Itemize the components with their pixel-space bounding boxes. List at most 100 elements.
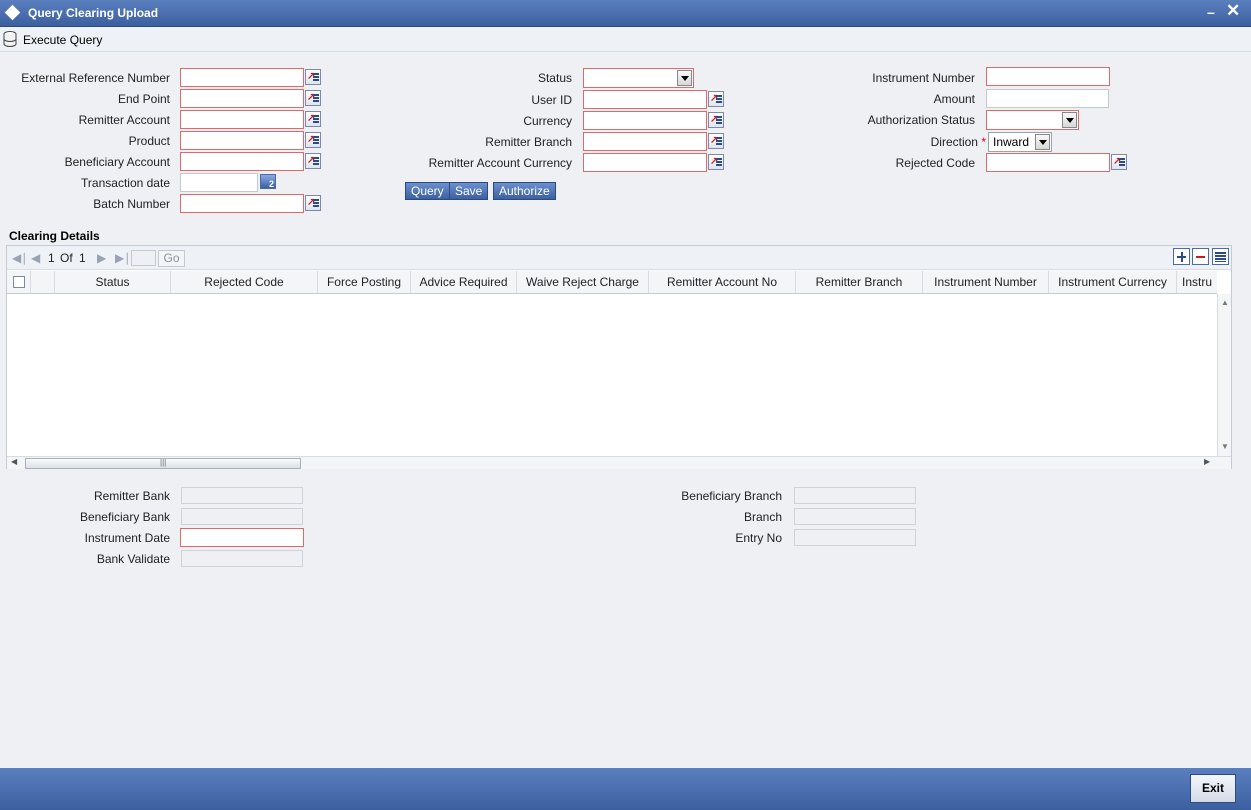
rejected-code-input[interactable]	[986, 153, 1110, 172]
scroll-grip-icon: |||	[160, 458, 167, 467]
calendar-icon[interactable]	[260, 174, 276, 189]
exit-button[interactable]: Exit	[1190, 774, 1236, 803]
external-reference-number-label: External Reference Number	[21, 71, 170, 85]
currency-label: Currency	[523, 114, 572, 128]
remitter-account-currency-label: Remitter Account Currency	[428, 156, 572, 170]
batch-number-lov-icon[interactable]: ↗	[305, 195, 321, 211]
beneficiary-account-label: Beneficiary Account	[64, 155, 170, 169]
remitter-bank-label: Remitter Bank	[93, 489, 170, 503]
delete-row-icon[interactable]	[1192, 248, 1209, 265]
instrument-number-input[interactable]	[986, 67, 1110, 86]
select-all-checkbox[interactable]	[13, 276, 25, 288]
column-header-instrument-truncated[interactable]: Instru	[1177, 271, 1217, 293]
clearing-details-title: Clearing Details	[9, 229, 100, 243]
required-marker: *	[981, 135, 986, 149]
column-header-instrument-currency[interactable]: Instrument Currency	[1049, 271, 1177, 293]
end-point-input[interactable]	[180, 89, 304, 108]
toolbar: Execute Query	[0, 27, 1251, 52]
external-reference-number-lov-icon[interactable]: ↗	[305, 69, 321, 85]
next-page-icon[interactable]: ▶	[97, 251, 106, 265]
remitter-account-currency-lov-icon[interactable]: ↗	[708, 154, 724, 170]
user-id-label: User ID	[531, 93, 572, 107]
rejected-code-lov-icon[interactable]: ↗	[1111, 154, 1127, 170]
pager-total: 1	[79, 251, 86, 265]
authorize-button[interactable]: Authorize	[493, 182, 556, 200]
product-lov-icon[interactable]: ↗	[305, 132, 321, 148]
vertical-scrollbar[interactable]: ▲ ▼	[1217, 294, 1231, 456]
beneficiary-account-input[interactable]	[180, 152, 304, 171]
chevron-down-icon	[1062, 112, 1077, 128]
remitter-branch-input[interactable]	[583, 132, 707, 151]
amount-input[interactable]	[986, 89, 1109, 108]
batch-number-input[interactable]	[180, 194, 304, 213]
rejected-code-label: Rejected Code	[895, 156, 975, 170]
status-select[interactable]	[583, 68, 694, 88]
scroll-down-icon[interactable]: ▼	[1221, 442, 1229, 451]
column-header-advice-required[interactable]: Advice Required	[411, 271, 517, 293]
branch-field	[794, 508, 916, 525]
scroll-right-icon[interactable]: ▶	[1204, 457, 1210, 466]
scroll-left-icon[interactable]: ◀	[11, 457, 17, 466]
minimize-icon[interactable]: –	[1207, 4, 1215, 20]
batch-number-label: Batch Number	[93, 197, 170, 211]
horizontal-scrollbar[interactable]: ◀ ||| ▶	[7, 456, 1231, 469]
beneficiary-account-lov-icon[interactable]: ↗	[305, 153, 321, 169]
product-label: Product	[128, 134, 170, 148]
remitter-account-label: Remitter Account	[78, 113, 170, 127]
pager-current: 1	[48, 251, 55, 265]
horizontal-scroll-thumb[interactable]: |||	[25, 458, 301, 469]
product-input[interactable]	[180, 131, 304, 150]
remitter-account-currency-input[interactable]	[583, 153, 707, 172]
bank-validate-label: Bank Validate	[96, 552, 170, 566]
authorization-status-select[interactable]	[986, 110, 1079, 130]
grid-pager: ◀∣ ◀ 1 Of 1 ▶ ▶∣ Go	[7, 246, 1231, 270]
single-view-icon[interactable]	[1212, 248, 1229, 265]
direction-value: Inward	[993, 135, 1030, 149]
window-titlebar: Query Clearing Upload – ✕	[0, 0, 1251, 27]
chevron-down-icon	[1035, 134, 1050, 150]
execute-query-button[interactable]: Execute Query	[23, 33, 102, 47]
column-header-remitter-branch[interactable]: Remitter Branch	[796, 271, 923, 293]
chevron-down-icon	[677, 70, 692, 86]
beneficiary-branch-field	[794, 487, 916, 504]
previous-page-icon[interactable]: ◀	[31, 251, 40, 265]
beneficiary-branch-label: Beneficiary Branch	[681, 489, 782, 503]
save-button[interactable]: Save	[449, 182, 489, 200]
query-button[interactable]: Query	[405, 182, 450, 200]
last-page-icon[interactable]: ▶∣	[115, 251, 130, 265]
database-icon[interactable]	[3, 31, 17, 47]
external-reference-number-input[interactable]	[180, 68, 304, 87]
first-page-icon[interactable]: ◀∣	[12, 251, 27, 265]
page-number-input[interactable]	[131, 250, 156, 266]
amount-label: Amount	[933, 92, 975, 106]
scroll-up-icon[interactable]: ▲	[1221, 298, 1229, 307]
footer-bar: Exit	[0, 768, 1251, 810]
direction-select[interactable]: Inward	[988, 132, 1052, 152]
direction-label-text: Direction	[930, 135, 978, 149]
column-header-instrument-number[interactable]: Instrument Number	[923, 271, 1049, 293]
column-header-remitter-account-no[interactable]: Remitter Account No	[649, 271, 796, 293]
go-button[interactable]: Go	[158, 250, 185, 267]
remitter-account-lov-icon[interactable]: ↗	[305, 111, 321, 127]
user-id-lov-icon[interactable]: ↗	[708, 91, 724, 107]
currency-input[interactable]	[583, 111, 707, 130]
remitter-account-input[interactable]	[180, 110, 304, 129]
authorization-status-label: Authorization Status	[867, 113, 975, 127]
bank-validate-field	[181, 550, 303, 567]
end-point-lov-icon[interactable]: ↗	[305, 90, 321, 106]
currency-lov-icon[interactable]: ↗	[708, 112, 724, 128]
close-icon[interactable]: ✕	[1226, 1, 1240, 21]
column-header-rejected-code[interactable]: Rejected Code	[171, 271, 318, 293]
instrument-date-label: Instrument Date	[84, 531, 170, 545]
user-id-input[interactable]	[583, 90, 707, 109]
add-row-icon[interactable]	[1173, 248, 1190, 265]
branch-label: Branch	[743, 510, 782, 524]
transaction-date-input[interactable]	[180, 173, 258, 192]
remitter-branch-lov-icon[interactable]: ↗	[708, 133, 724, 149]
direction-label: Direction *	[800, 135, 986, 149]
column-header-force-posting[interactable]: Force Posting	[318, 271, 411, 293]
column-header-status[interactable]: Status	[55, 271, 171, 293]
column-header-waive-reject-charge[interactable]: Waive Reject Charge	[517, 271, 649, 293]
instrument-date-input[interactable]	[180, 528, 304, 547]
window-title: Query Clearing Upload	[28, 6, 159, 20]
